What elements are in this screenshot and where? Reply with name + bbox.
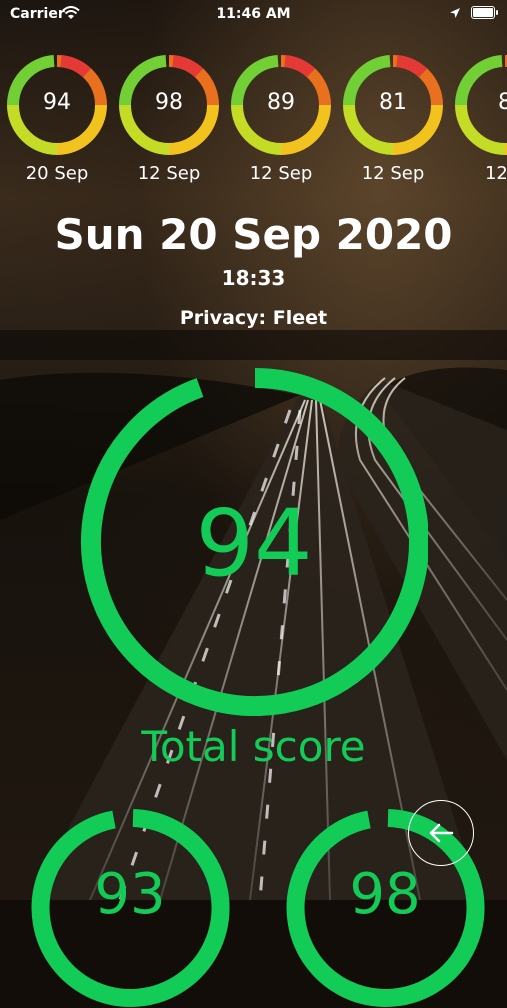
trip-score: 81 <box>379 90 407 115</box>
trip-item[interactable]: 98 12 Sep <box>119 55 219 190</box>
trip-time: 18:33 <box>221 266 286 290</box>
trip-score: 94 <box>43 90 71 115</box>
sub-score-value: 93 <box>94 862 166 927</box>
trip-item[interactable]: 81 12 Sep <box>343 55 443 190</box>
trip-score: 8 <box>498 90 507 115</box>
trip-date: 12 Sep <box>137 163 201 184</box>
total-score-value: 94 <box>195 490 313 597</box>
trip-item[interactable]: 8 12 S <box>455 55 507 190</box>
privacy-label: Privacy: Fleet <box>179 307 328 329</box>
trip-item[interactable]: 94 20 Sep <box>7 55 107 190</box>
arrow-left-icon <box>429 823 454 843</box>
trip-item[interactable]: 89 12 Sep <box>231 55 331 190</box>
trip-date: 12 Sep <box>361 163 425 184</box>
trip-score: 89 <box>267 90 295 115</box>
sub-score-value: 98 <box>349 862 421 927</box>
battery-icon <box>471 6 498 19</box>
trip-date-title: Sun 20 Sep 2020 <box>54 210 453 259</box>
status-icons <box>449 6 498 19</box>
total-score-label: Total score <box>141 722 366 771</box>
clock: 11:46 AM <box>216 6 291 22</box>
location-arrow-icon <box>450 7 460 18</box>
trip-score: 98 <box>155 90 183 115</box>
back-button[interactable] <box>408 800 474 866</box>
status-bar: Carrier 11:46 AM <box>0 0 507 28</box>
trip-date: 12 Sep <box>249 163 313 184</box>
trip-date: 12 S <box>484 163 507 184</box>
trip-history-strip[interactable]: 94 20 Sep 98 12 Sep 89 12 Sep 81 12 Sep … <box>0 55 507 190</box>
trip-date: 20 Sep <box>25 163 89 184</box>
